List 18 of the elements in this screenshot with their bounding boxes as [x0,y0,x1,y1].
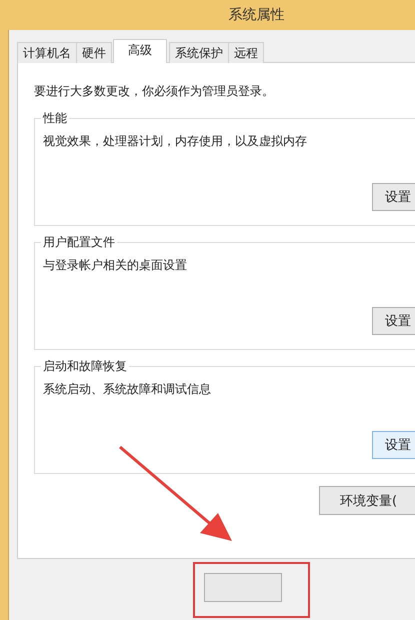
group-title: 性能 [41,110,69,127]
tab[interactable]: 计算机名 [17,42,77,63]
group-title: 用户配置文件 [41,234,117,251]
tab[interactable]: 硬件 [76,42,112,63]
settings-button[interactable]: 设置 [372,307,415,335]
settings-button[interactable]: 设置 [372,431,415,459]
ok-button[interactable] [204,573,282,602]
settings-button[interactable]: 设置 [372,183,415,211]
tab[interactable]: 高级 [113,39,167,63]
window-title: 系统属性 [228,6,284,24]
notice-text: 要进行大多数更改，你必须作为管理员登录。 [34,83,275,100]
group-title: 启动和故障恢复 [41,358,129,375]
group-description: 系统启动、系统故障和调试信息 [43,381,212,398]
environment-variables-button[interactable]: 环境变量( [319,486,415,515]
tab[interactable]: 远程 [228,42,264,63]
tab[interactable]: 系统保护 [169,42,229,63]
group-description: 视觉效果，处理器计划，内存使用，以及虚拟内存 [43,133,308,150]
group-description: 与登录帐户相关的桌面设置 [43,257,188,274]
